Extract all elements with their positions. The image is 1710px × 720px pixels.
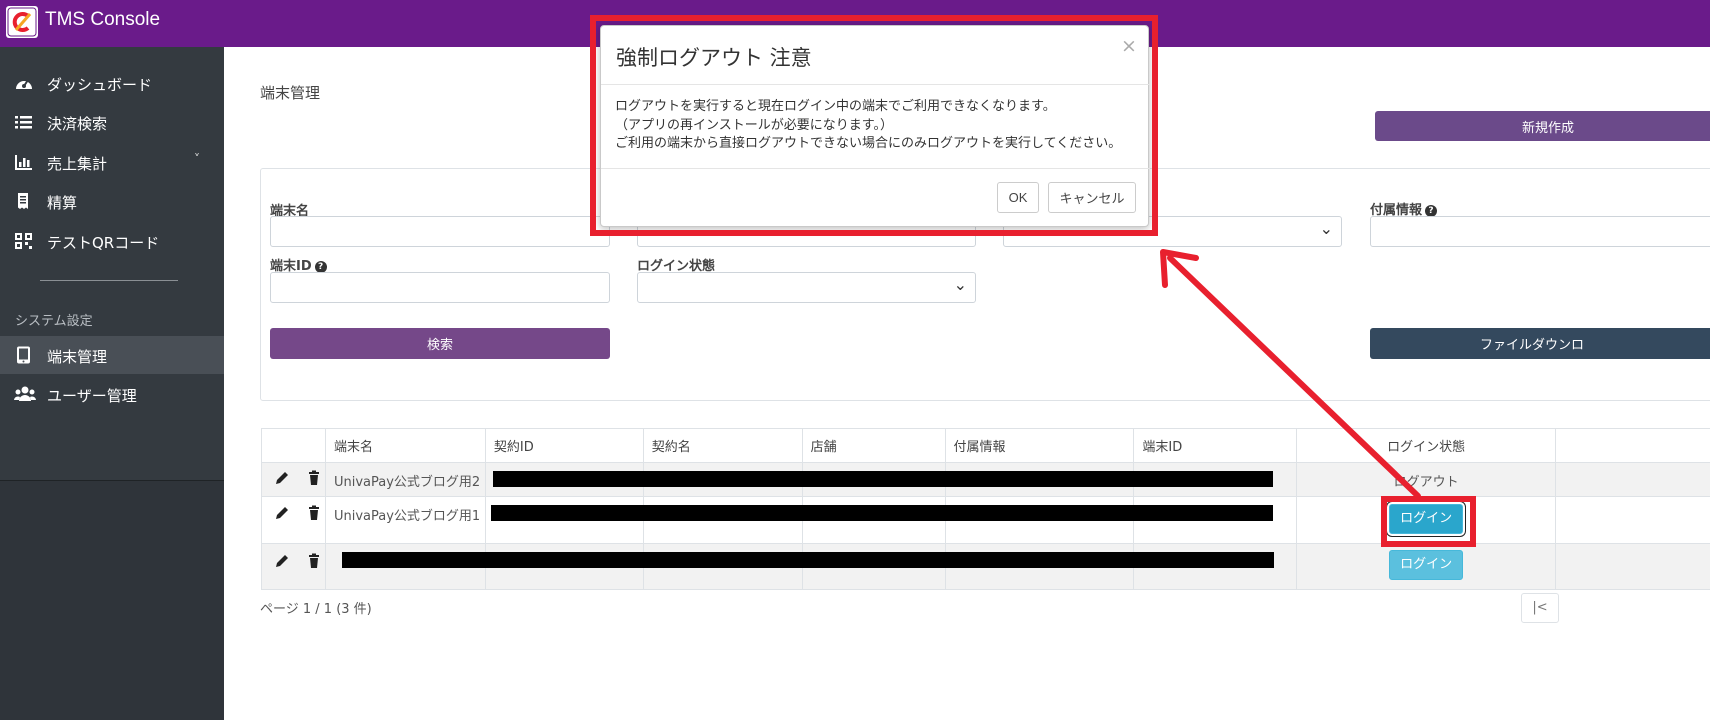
sidebar-footer: [0, 480, 224, 720]
sidebar-item-test-qr[interactable]: テストQRコード: [0, 222, 224, 260]
dashboard-icon: [14, 74, 34, 92]
sidebar-item-label: 端末管理: [47, 348, 108, 366]
file-download-button[interactable]: ファイルダウンロ: [1370, 328, 1710, 359]
attachment-info-input[interactable]: [1370, 216, 1710, 247]
sidebar-item-terminal-management[interactable]: 端末管理: [0, 336, 224, 374]
bar-chart-icon: [14, 153, 34, 171]
column-header[interactable]: ログイン状態: [1296, 428, 1557, 463]
column-header: [1555, 428, 1710, 463]
sidebar-item-label: 決済検索: [47, 115, 108, 133]
app-logo-icon[interactable]: [6, 6, 38, 38]
edit-pencil-icon[interactable]: [274, 470, 290, 486]
column-header[interactable]: 端末名: [324, 428, 486, 463]
trash-icon[interactable]: [306, 553, 322, 569]
pager-first-button[interactable]: |<: [1521, 593, 1559, 623]
row-actions: [261, 543, 326, 590]
sidebar-item-payment-search[interactable]: 決済検索: [0, 103, 224, 141]
list-icon: [14, 113, 34, 131]
search-button[interactable]: 検索: [270, 328, 610, 359]
sidebar-item-dashboard[interactable]: ダッシュボード: [0, 64, 224, 102]
annotation-highlight-box: [1381, 496, 1476, 547]
login-status-cell: ログアウト: [1296, 462, 1557, 497]
redaction-bar: [493, 471, 1273, 487]
terminal-name-cell: UnivaPay公式ブログ用1: [324, 496, 486, 544]
sidebar-item-label: 売上集計: [47, 155, 108, 173]
table-cell: [1555, 462, 1710, 497]
table-cell: [1555, 496, 1710, 544]
terminal-name-cell: UnivaPay公式ブログ用2: [324, 462, 486, 497]
page-title: 端末管理: [260, 84, 321, 102]
column-header[interactable]: 店舗: [801, 428, 946, 463]
redaction-bar: [342, 552, 1274, 568]
new-create-button[interactable]: 新規作成: [1375, 111, 1710, 141]
users-icon: [14, 385, 36, 403]
annotation-highlight-box: [590, 15, 1158, 236]
column-header[interactable]: 契約名: [642, 428, 803, 463]
sidebar-divider: [40, 280, 178, 281]
sidebar-item-sales-summary[interactable]: 売上集計 ˅: [0, 143, 224, 181]
trash-icon[interactable]: [306, 505, 322, 521]
terminal-id-input[interactable]: [270, 272, 610, 303]
sidebar: ダッシュボード 決済検索 売上集計 ˅ 精算 テストQRコード システム設定 端…: [0, 47, 224, 720]
trash-icon[interactable]: [306, 470, 322, 486]
column-header[interactable]: 端末ID: [1133, 428, 1298, 463]
login-status-cell: ログイン: [1296, 543, 1557, 590]
table-header-row: 端末名 契約ID 契約名 店舗 付属情報 端末ID ログイン状態: [261, 428, 1710, 463]
chevron-down-icon[interactable]: ˅: [194, 152, 200, 166]
column-header[interactable]: 契約ID: [484, 428, 644, 463]
column-header: [261, 428, 326, 463]
sidebar-item-label: ユーザー管理: [47, 387, 137, 405]
terminal-name-input[interactable]: [270, 216, 610, 247]
pager-info: ページ 1 / 1 (3 件): [260, 602, 372, 617]
row-actions: [261, 462, 326, 497]
sidebar-item-label: ダッシュボード: [47, 76, 153, 94]
app-title: TMS Console: [45, 9, 161, 30]
login-status-select[interactable]: [637, 272, 976, 303]
qr-code-icon: [14, 232, 34, 250]
login-button[interactable]: ログイン: [1389, 550, 1464, 580]
sidebar-item-label: 精算: [47, 194, 78, 212]
tablet-icon: [14, 346, 34, 364]
row-actions: [261, 496, 326, 544]
edit-pencil-icon[interactable]: [274, 505, 290, 521]
redaction-bar: [491, 505, 1273, 521]
column-header[interactable]: 付属情報: [944, 428, 1135, 463]
sidebar-section-heading: システム設定: [15, 314, 93, 329]
sidebar-item-settlement[interactable]: 精算: [0, 182, 224, 220]
receipt-icon: [14, 192, 34, 210]
sidebar-item-label: テストQRコード: [47, 234, 160, 252]
tms-console-screen: TMS Console ダッシュボード 決済検索 売上集計 ˅ 精算 テストQR…: [0, 0, 1710, 720]
edit-pencil-icon[interactable]: [274, 553, 290, 569]
sidebar-item-user-management[interactable]: ユーザー管理: [0, 375, 224, 413]
table-cell: [1555, 543, 1710, 590]
